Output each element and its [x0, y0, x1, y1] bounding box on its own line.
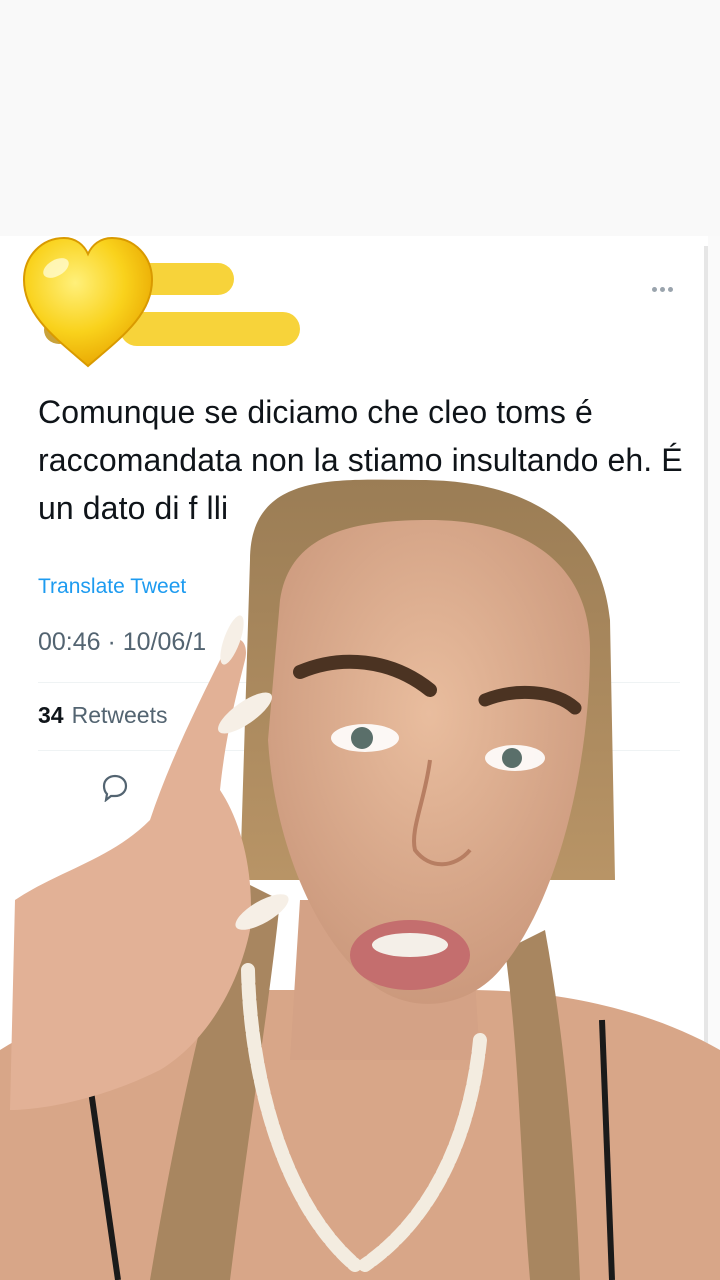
creator-video-overlay	[0, 479, 720, 1280]
tiktok-screen: Comunque se diciamo che cleo toms é racc…	[0, 0, 720, 1280]
